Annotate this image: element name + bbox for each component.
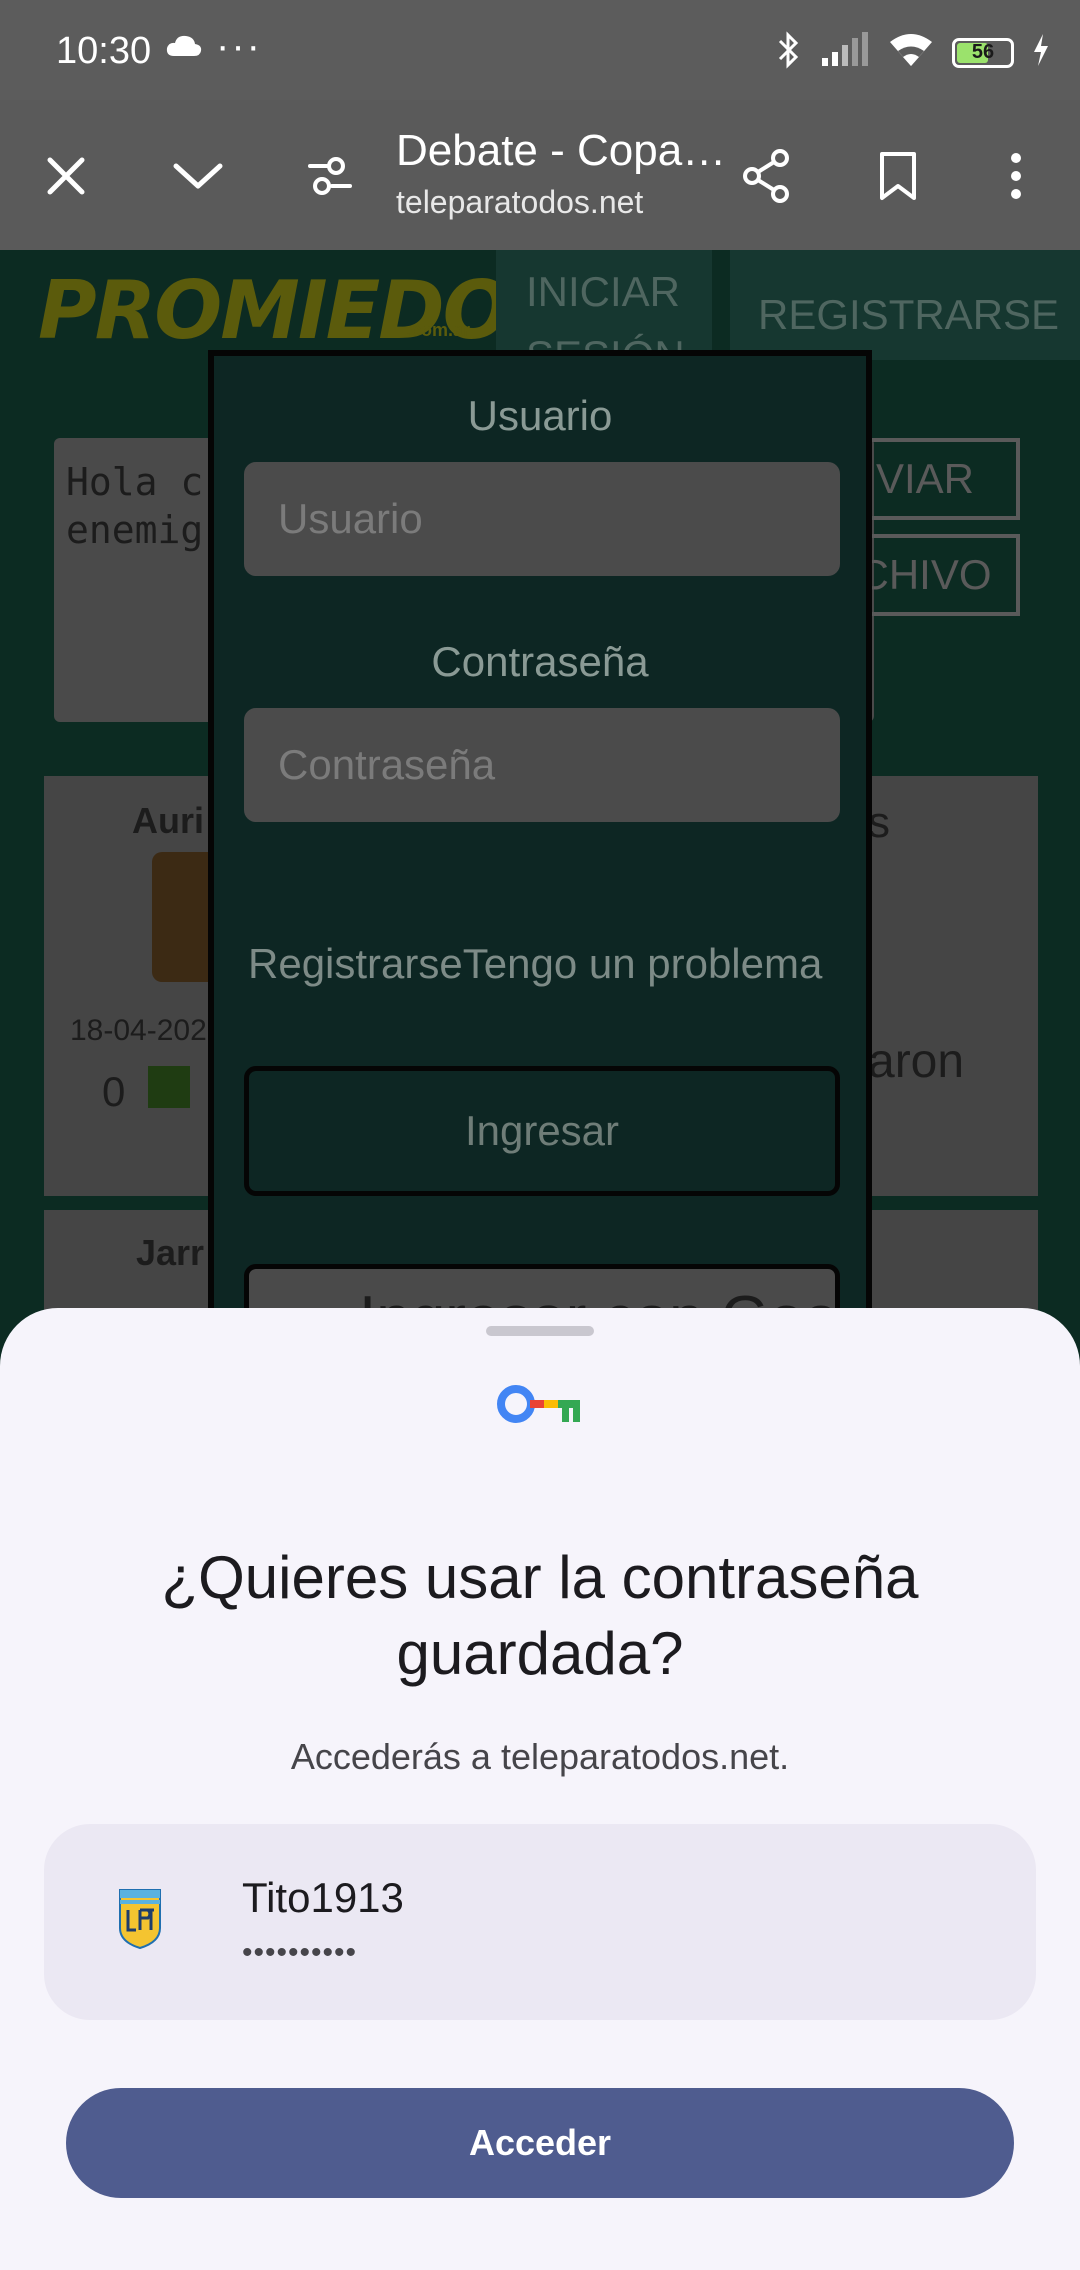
saved-credential-card[interactable]: Tito1913 •••••••••• bbox=[44, 1824, 1036, 2020]
password-key-icon bbox=[496, 1382, 584, 1431]
sheet-title: ¿Quieres usar la contraseña guardada? bbox=[161, 1544, 919, 1687]
register-link[interactable]: Registrarse bbox=[248, 940, 463, 987]
site-favicon-icon bbox=[118, 1888, 162, 1955]
page-settings-icon[interactable] bbox=[294, 140, 366, 212]
battery-level: 56 bbox=[971, 41, 995, 63]
username-label: Usuario bbox=[467, 392, 613, 439]
like-count: 0 bbox=[102, 1068, 126, 1115]
drag-handle[interactable] bbox=[486, 1326, 594, 1336]
accept-button[interactable]: Acceder bbox=[66, 2088, 1014, 2198]
bluetooth-icon bbox=[776, 30, 802, 75]
post-card-2: Jarr bbox=[44, 1210, 234, 1310]
credential-password-mask: •••••••••• bbox=[242, 1936, 358, 1969]
post-author: Auri bbox=[132, 800, 204, 841]
more-vert-icon[interactable] bbox=[980, 140, 1052, 212]
site-login-tab[interactable]: INICIAR SESIÓN bbox=[496, 250, 712, 360]
signal-icon bbox=[820, 32, 870, 73]
page-title: Debate - Copa… bbox=[396, 126, 727, 175]
bookmark-icon[interactable] bbox=[862, 140, 934, 212]
custom-tab-toolbar: Debate - Copa… teleparatodos.net bbox=[0, 100, 1080, 250]
battery-icon: 56 bbox=[952, 37, 1014, 68]
password-label: Contraseña bbox=[431, 638, 649, 685]
chevron-down-icon[interactable] bbox=[162, 140, 234, 212]
thumbs-up-icon[interactable] bbox=[148, 1066, 190, 1108]
cloud-icon bbox=[166, 34, 202, 63]
login-submit-button[interactable]: Ingresar bbox=[244, 1066, 840, 1196]
close-icon[interactable] bbox=[30, 140, 102, 212]
charging-icon bbox=[1032, 33, 1050, 72]
login-modal: Usuario Usuario Contraseña Contraseña Re… bbox=[208, 350, 872, 1450]
status-time: 10:30 bbox=[56, 30, 152, 72]
credential-username: Tito1913 bbox=[242, 1874, 404, 1921]
site-logo-suffix: .com.ar bbox=[406, 320, 471, 340]
sheet-subtitle: Accederás a teleparatodos.net. bbox=[290, 1736, 790, 1777]
post-card: Auri 18-04-202 0 bbox=[44, 776, 234, 1196]
post-date: 18-04-202 bbox=[70, 1014, 207, 1047]
share-icon[interactable] bbox=[730, 140, 802, 212]
post-card-right: s aron bbox=[868, 776, 1038, 1196]
modal-links: RegistrarseTengo un problema bbox=[248, 940, 822, 988]
status-bar: 10:30 ··· 56 bbox=[0, 0, 1080, 100]
status-icons: 56 bbox=[776, 30, 1050, 75]
site-register-tab[interactable]: REGISTRARSE bbox=[730, 250, 1080, 360]
username-input[interactable]: Usuario bbox=[244, 462, 840, 576]
post-text-fragment-2: aron bbox=[868, 1035, 965, 1088]
password-bottom-sheet: ¿Quieres usar la contraseña guardada? Ac… bbox=[0, 1308, 1080, 2270]
site-logo: PROMIEDOS bbox=[38, 264, 566, 357]
problem-link[interactable]: Tengo un problema bbox=[463, 940, 823, 987]
status-more-icon: ··· bbox=[216, 24, 262, 68]
page-url: teleparatodos.net bbox=[396, 184, 644, 220]
post-card-right-2 bbox=[868, 1210, 1038, 1310]
wifi-icon bbox=[888, 32, 934, 73]
password-input[interactable]: Contraseña bbox=[244, 708, 840, 822]
post-author-2: Jarr bbox=[136, 1232, 205, 1273]
